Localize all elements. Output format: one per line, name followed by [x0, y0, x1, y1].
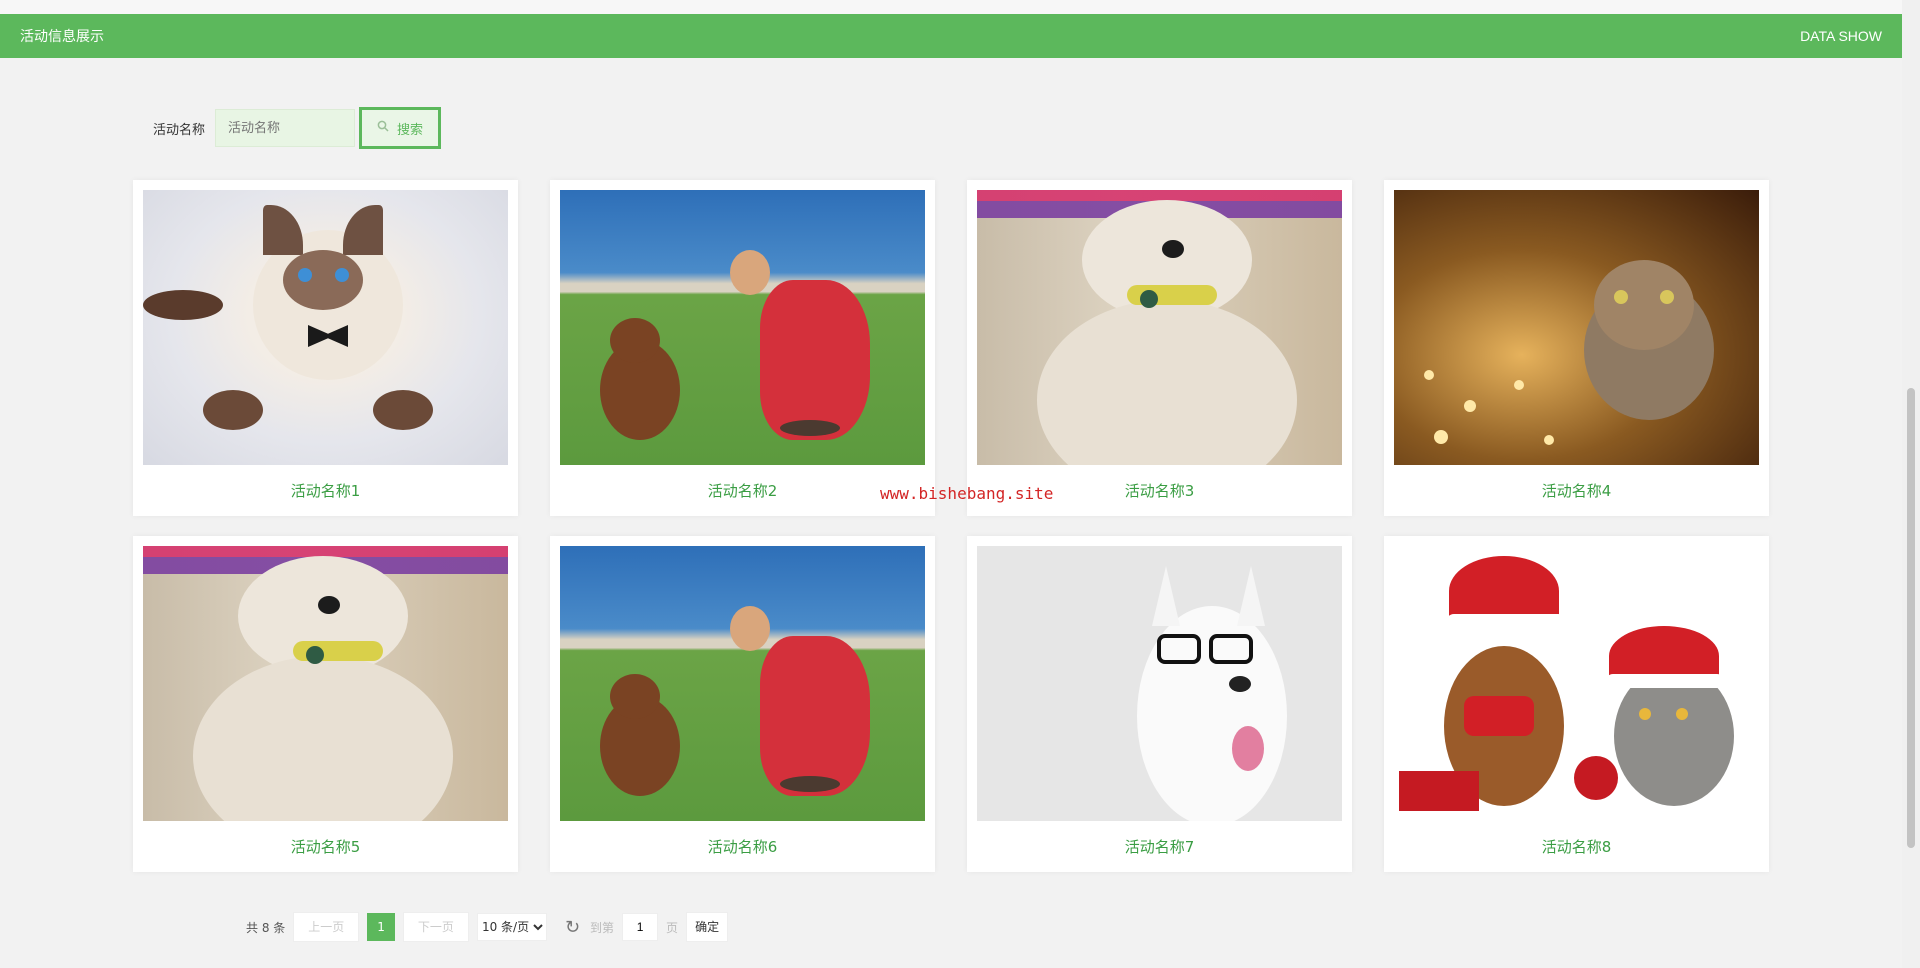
poodle-image [977, 190, 1342, 465]
page-suffix-label: 页 [666, 920, 679, 935]
activity-card[interactable]: 活动名称2 [550, 180, 935, 516]
cat-photo-image [143, 190, 508, 465]
watermark-text: www.bishebang.site [880, 484, 1054, 503]
activity-card[interactable]: 活动名称3 [967, 180, 1352, 516]
scrollbar-thumb[interactable] [1907, 388, 1915, 848]
goto-confirm-button[interactable]: 确定 [686, 912, 729, 942]
search-bar: 活动名称 搜索 [153, 107, 442, 149]
activity-card[interactable]: 活动名称5 [133, 536, 518, 872]
tabby-cat-image [1394, 190, 1759, 465]
poodle-image [143, 546, 508, 821]
activity-card[interactable]: 活动名称4 [1384, 180, 1769, 516]
search-icon [377, 120, 389, 136]
search-input[interactable] [215, 109, 356, 147]
goto-label: 到第 [590, 920, 615, 935]
christmas-dog-and-cat-image [1394, 546, 1759, 821]
page-size-select[interactable]: 10 条/页 [476, 913, 547, 941]
next-page-button[interactable]: 下一页 [402, 912, 469, 942]
card-title: 活动名称2 [707, 482, 778, 500]
card-title: 活动名称5 [290, 838, 361, 856]
activity-grid: 活动名称1 活动名称2 活动名称3 活动名称4 活动名称5 活动名称6 活动名称… [133, 180, 1769, 872]
header-right-label: DATA SHOW [1800, 28, 1882, 44]
activity-card[interactable]: 活动名称6 [550, 536, 935, 872]
page-title: 活动信息展示 [20, 29, 104, 45]
activity-card[interactable]: 活动名称8 [1384, 536, 1769, 872]
card-title: 活动名称4 [1541, 482, 1612, 500]
husky-with-glasses-image [977, 546, 1342, 821]
goto-page-input[interactable] [622, 913, 659, 941]
header-bar: 活动信息展示 DATA SHOW [0, 14, 1902, 58]
total-count: 共 8 条 [246, 920, 286, 935]
search-label: 活动名称 [153, 122, 206, 138]
top-strip [0, 0, 1902, 14]
girl-with-dog-image [560, 190, 925, 465]
activity-card[interactable]: 活动名称7 [967, 536, 1352, 872]
card-title: 活动名称1 [290, 482, 361, 500]
card-title: 活动名称8 [1541, 838, 1612, 856]
vertical-scrollbar[interactable] [1902, 0, 1920, 968]
search-button[interactable]: 搜索 [359, 107, 442, 149]
girl-with-dog-image [560, 546, 925, 821]
current-page-button[interactable]: 1 [367, 913, 395, 941]
refresh-icon[interactable]: ↻ [565, 917, 580, 938]
page: 活动信息展示 DATA SHOW 活动名称 搜索 [0, 0, 1920, 968]
prev-page-button[interactable]: 上一页 [293, 912, 360, 942]
card-title: 活动名称7 [1124, 838, 1195, 856]
pagination: 共 8 条 上一页 1 下一页 10 条/页 ↻ 到第 页 确定 [246, 912, 736, 942]
card-title: 活动名称6 [707, 838, 778, 856]
search-button-label: 搜索 [397, 122, 424, 138]
activity-card[interactable]: 活动名称1 [133, 180, 518, 516]
